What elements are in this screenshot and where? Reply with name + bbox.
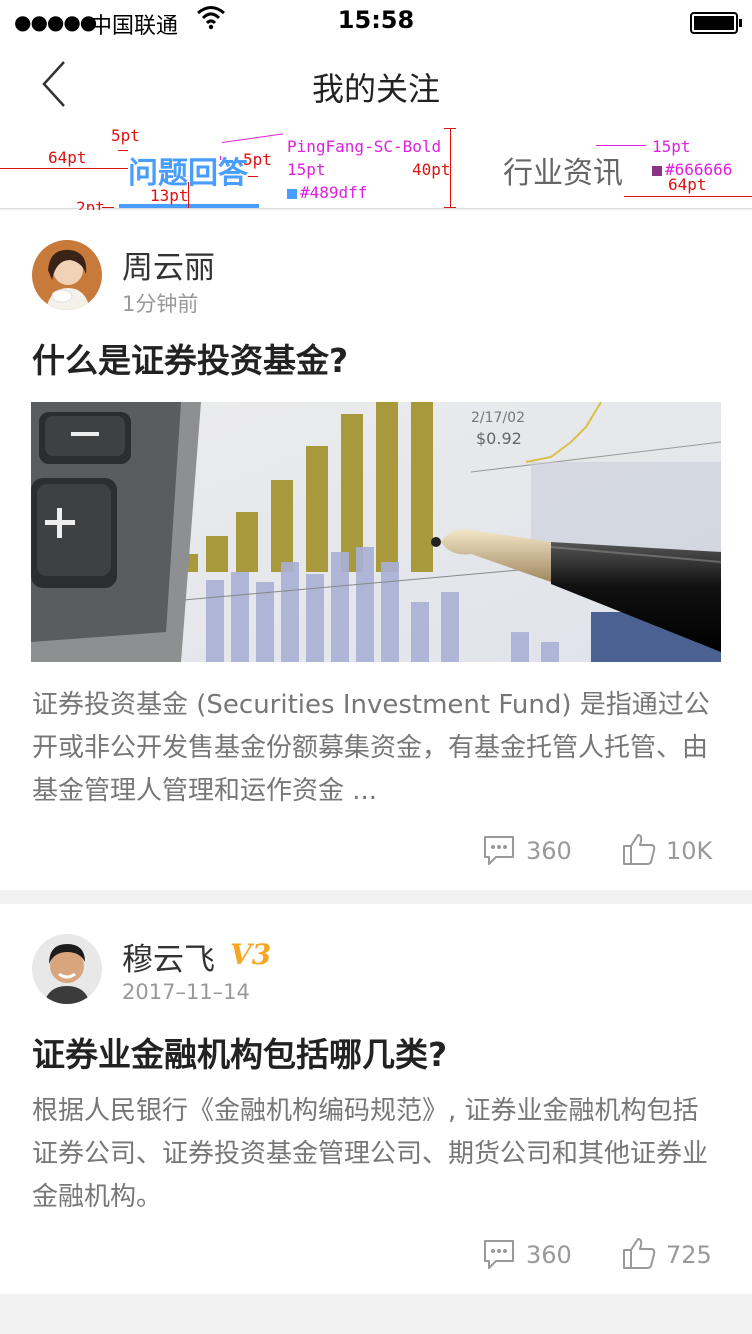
comment-icon[interactable] [482, 1238, 516, 1274]
author-name[interactable]: 周云丽 [122, 242, 215, 287]
spec-inactive-font-size: 15pt [652, 137, 691, 156]
post-time: 1分钟前 [122, 292, 199, 316]
post-time: 2017–11–14 [122, 980, 250, 1004]
avatar[interactable] [32, 240, 102, 310]
comment-count: 360 [526, 1241, 572, 1269]
post-photo[interactable]: $0.92 2/17/02 10 [31, 402, 721, 662]
verified-badge: V3 [230, 938, 272, 971]
like-icon[interactable] [622, 832, 656, 870]
spec-line-tab-height [450, 128, 451, 208]
spec-line-font [221, 133, 284, 143]
spec-line-tab-bottom [444, 207, 456, 208]
spec-line-gap-before [118, 150, 128, 151]
like-icon[interactable] [622, 1236, 656, 1274]
author-name[interactable]: 穆云飞 [122, 934, 215, 979]
spec-gap-before: 5pt [111, 126, 140, 145]
photo-date-text: 2/17/02 [471, 410, 525, 426]
spec-active-font-size: 15pt [287, 160, 326, 179]
spec-line-underline-height [102, 207, 114, 208]
spec-left-padding: 64pt [48, 148, 87, 167]
spec-line-inactive-font [596, 145, 646, 146]
post-card[interactable]: 周云丽 1分钟前 什么是证券投资基金? $0.92 2/17/02 证券投资基金… [0, 210, 752, 890]
spec-line-tab-top [444, 128, 456, 129]
clock: 15:58 [337, 6, 415, 34]
spec-right-padding: 64pt [668, 175, 707, 194]
tab-industry-news[interactable]: 行业资讯 [503, 148, 623, 192]
comment-icon[interactable] [482, 834, 516, 870]
spec-font-name: PingFang-SC-Bold [287, 137, 442, 156]
comment-count: 360 [526, 837, 572, 865]
spec-line-left-padding [0, 168, 128, 169]
spec-underline-offset: 13pt [150, 186, 189, 205]
question-title[interactable]: 证券业金融机构包括哪几类? [32, 1028, 447, 1076]
page-title: 我的关注 [311, 70, 440, 108]
spec-line-gap-after [248, 176, 258, 177]
spec-gap-after: 5pt [243, 150, 272, 169]
tab-bar: 问题回答 行业资讯 64pt 5pt 5pt PingFang-SC-Bold … [0, 126, 752, 217]
navigation-bar: 我的关注 [0, 42, 752, 129]
like-count: 10K [666, 837, 713, 865]
spec-tab-height: 40pt [412, 160, 451, 179]
spec-active-color: #489dff [287, 183, 367, 202]
like-count: 725 [666, 1241, 712, 1269]
post-card[interactable]: 穆云飞 V3 2017–11–14 证券业金融机构包括哪几类? 根据人民银行《金… [0, 904, 752, 1294]
active-tab-indicator [119, 204, 259, 208]
avatar[interactable] [32, 934, 102, 1004]
battery-icon [690, 12, 742, 34]
spec-marker-font [220, 156, 221, 160]
status-bar: ●●●●● 中国联通 15:58 [0, 0, 752, 42]
photo-price-text: $0.92 [476, 429, 522, 448]
post-summary: 根据人民银行《金融机构编码规范》, 证券业金融机构包括证券公司、证券投资基金管理… [32, 1096, 709, 1212]
post-summary: 证券投资基金 (Securities Investment Fund) 是指通过… [32, 690, 710, 806]
spec-line-right-padding [624, 196, 752, 197]
question-title[interactable]: 什么是证券投资基金? [32, 334, 348, 382]
